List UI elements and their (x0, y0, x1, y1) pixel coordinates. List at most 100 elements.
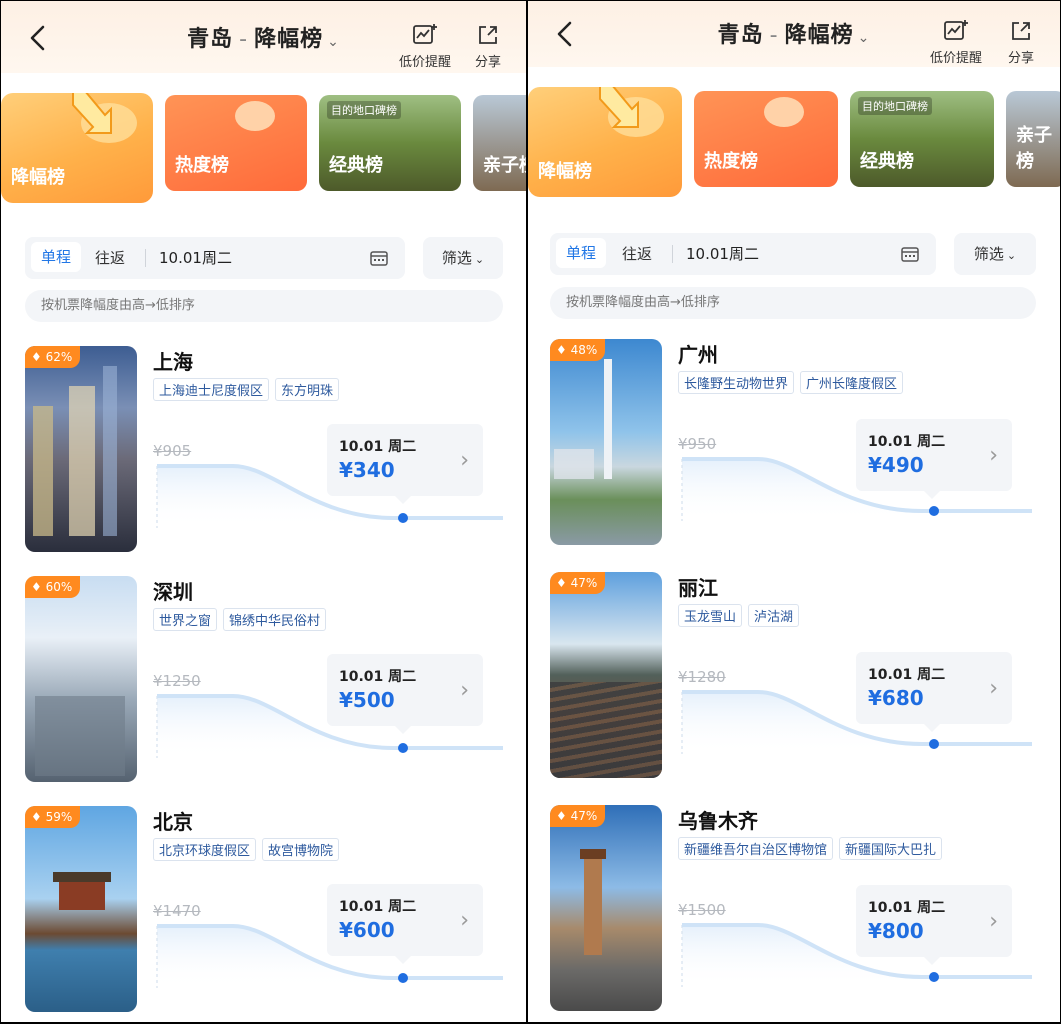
destination-card[interactable]: ♦ 47% 丽江 玉龙雪山 泸沽湖 ¥1280 10.01 周二 ¥680 › (550, 572, 1038, 782)
drop-percent-badge: ♦ 47% (550, 572, 606, 594)
share-button[interactable]: 分享 (475, 23, 501, 70)
city-name[interactable]: 丽江 (678, 572, 718, 601)
destination-card[interactable]: ♦ 60% 深圳 世界之窗 锦绣中华民俗村 ¥1250 10.01 周二 ¥500… (25, 576, 505, 786)
trend-dot (929, 506, 939, 516)
category-label: 热度榜 (704, 151, 758, 172)
category-label: 亲子榜 (483, 155, 526, 176)
filter-label: 筛选 (973, 245, 1004, 263)
drop-percent: 48% (570, 343, 598, 357)
chevron-down-icon: ⌄ (857, 30, 871, 46)
tab-roundtrip[interactable]: 往返 (95, 247, 125, 268)
tab-oneway[interactable]: 单程 (556, 238, 607, 268)
share-button[interactable]: 分享 (1008, 19, 1034, 66)
attraction-tag[interactable]: 新疆维吾尔自治区博物馆 (678, 837, 834, 860)
down-arrow-icon (599, 87, 639, 128)
city-name[interactable]: 深圳 (153, 576, 193, 605)
destination-card[interactable]: ♦ 62% 上海 上海迪士尼度假区 东方明珠 ¥905 10.01 周二 ¥340… (25, 346, 505, 556)
attraction-tags: 世界之窗 锦绣中华民俗村 (153, 608, 332, 631)
tab-roundtrip[interactable]: 往返 (622, 243, 652, 264)
attraction-tags: 新疆维吾尔自治区博物馆 新疆国际大巴扎 (678, 837, 948, 860)
travel-date: 10.01 周二 (868, 900, 946, 916)
chevron-right-icon: › (460, 448, 469, 473)
city-name[interactable]: 上海 (153, 346, 193, 375)
destination-photo-guangzhou[interactable]: ♦ 48% (550, 339, 662, 545)
attraction-tags: 北京环球度假区 故宫博物院 (153, 838, 345, 861)
share-icon (1012, 22, 1030, 40)
category-tab-drop[interactable]: 降幅榜 (528, 87, 682, 197)
tab-oneway[interactable]: 单程 (31, 242, 82, 272)
attraction-tag[interactable]: 广州长隆度假区 (800, 371, 904, 394)
attraction-tags: 玉龙雪山 泸沽湖 (678, 604, 805, 627)
top-bar: 青岛 - 降幅榜 ⌄ 低价提醒 分享 (528, 1, 1060, 67)
category-tab-classic[interactable]: 目的地口碑榜 经典榜 (850, 91, 994, 187)
attraction-tag[interactable]: 世界之窗 (153, 608, 218, 631)
category-tab-classic[interactable]: 目的地口碑榜 经典榜 (319, 95, 461, 191)
date-selector[interactable]: 10.01周二 (686, 243, 759, 264)
attraction-tag[interactable]: 长隆野生动物世界 (678, 371, 795, 394)
category-tab-drop[interactable]: 降幅榜 (1, 93, 153, 203)
calendar-icon[interactable] (369, 249, 389, 267)
trend-dot (929, 972, 939, 982)
price-alert-button[interactable]: 低价提醒 (930, 19, 982, 66)
category-label: 经典榜 (860, 151, 914, 172)
attraction-tag[interactable]: 锦绣中华民俗村 (223, 608, 327, 631)
sort-hint: 按机票降幅度由高→低排序 (550, 287, 1036, 319)
calendar-icon[interactable] (900, 245, 920, 263)
trend-dot (398, 513, 408, 523)
category-label: 经典榜 (329, 155, 383, 176)
price-card[interactable]: 10.01 周二 ¥340 › (327, 424, 483, 504)
trip-type-bar: 单程 往返 10.01周二 (25, 237, 405, 279)
diamond-icon: ♦ (31, 580, 46, 594)
category-tab-hot[interactable]: 热度榜 (694, 91, 838, 187)
filter-button[interactable]: 筛选 ⌄ (423, 237, 503, 279)
category-badge: 目的地口碑榜 (858, 97, 932, 115)
filter-button[interactable]: 筛选 ⌄ (954, 233, 1036, 275)
category-strip: 降幅榜 热度榜 目的地口碑榜 经典榜 亲子榜 (528, 87, 1060, 199)
attraction-tag[interactable]: 新疆国际大巴扎 (839, 837, 943, 860)
chevron-right-icon: › (989, 676, 998, 701)
category-tab-hot[interactable]: 热度榜 (165, 95, 307, 191)
price-card-pointer (395, 496, 411, 504)
price-card[interactable]: 10.01 周二 ¥680 › (856, 652, 1012, 732)
category-badge: 目的地口碑榜 (327, 101, 401, 119)
price-card[interactable]: 10.01 周二 ¥500 › (327, 654, 483, 734)
drop-percent-badge: ♦ 60% (25, 576, 81, 598)
destination-photo-shenzhen[interactable]: ♦ 60% (25, 576, 137, 782)
trip-type-bar: 单程 往返 10.01周二 (550, 233, 936, 275)
destination-photo-lijiang[interactable]: ♦ 47% (550, 572, 662, 778)
price-card[interactable]: 10.01 周二 ¥600 › (327, 884, 483, 964)
category-tab-family[interactable]: 亲子榜 (473, 95, 526, 191)
destination-card[interactable]: ♦ 47% 乌鲁木齐 新疆维吾尔自治区博物馆 新疆国际大巴扎 ¥1500 10.0… (550, 805, 1038, 1015)
chevron-right-icon: › (460, 908, 469, 933)
attraction-tag[interactable]: 泸沽湖 (748, 604, 800, 627)
attraction-tag[interactable]: 玉龙雪山 (678, 604, 743, 627)
category-tab-family[interactable]: 亲子榜 (1006, 91, 1060, 187)
attraction-tag[interactable]: 东方明珠 (275, 378, 340, 401)
destination-photo-shanghai[interactable]: ♦ 62% (25, 346, 137, 552)
destination-card[interactable]: ♦ 48% 广州 长隆野生动物世界 广州长隆度假区 ¥950 10.01 周二 ¥… (550, 339, 1038, 549)
destination-photo-urumqi[interactable]: ♦ 47% (550, 805, 662, 1011)
price-card[interactable]: 10.01 周二 ¥800 › (856, 885, 1012, 965)
diamond-icon: ♦ (556, 343, 571, 357)
city-name[interactable]: 北京 (153, 806, 193, 835)
city-name[interactable]: 广州 (678, 339, 718, 368)
price-card[interactable]: 10.01 周二 ¥490 › (856, 419, 1012, 499)
attraction-tag[interactable]: 北京环球度假区 (153, 838, 257, 861)
attraction-tag[interactable]: 上海迪士尼度假区 (153, 378, 270, 401)
city-name[interactable]: 乌鲁木齐 (678, 805, 758, 834)
current-price: ¥340 (339, 458, 395, 482)
destination-card[interactable]: ♦ 59% 北京 北京环球度假区 故宫博物院 ¥1470 10.01 周二 ¥60… (25, 806, 505, 1016)
trend-dot (929, 739, 939, 749)
chevron-down-icon: ⌄ (1006, 249, 1017, 262)
date-selector[interactable]: 10.01周二 (159, 247, 232, 268)
chevron-right-icon: › (460, 678, 469, 703)
diamond-icon: ♦ (31, 810, 46, 824)
trend-dot (398, 973, 408, 983)
chevron-right-icon: › (989, 909, 998, 934)
drop-percent-badge: ♦ 62% (25, 346, 81, 368)
drop-percent: 47% (570, 576, 598, 590)
price-alert-button[interactable]: 低价提醒 (399, 23, 451, 70)
destination-photo-beijing[interactable]: ♦ 59% (25, 806, 137, 1012)
hot-cup-illustration (764, 97, 804, 127)
attraction-tag[interactable]: 故宫博物院 (262, 838, 340, 861)
